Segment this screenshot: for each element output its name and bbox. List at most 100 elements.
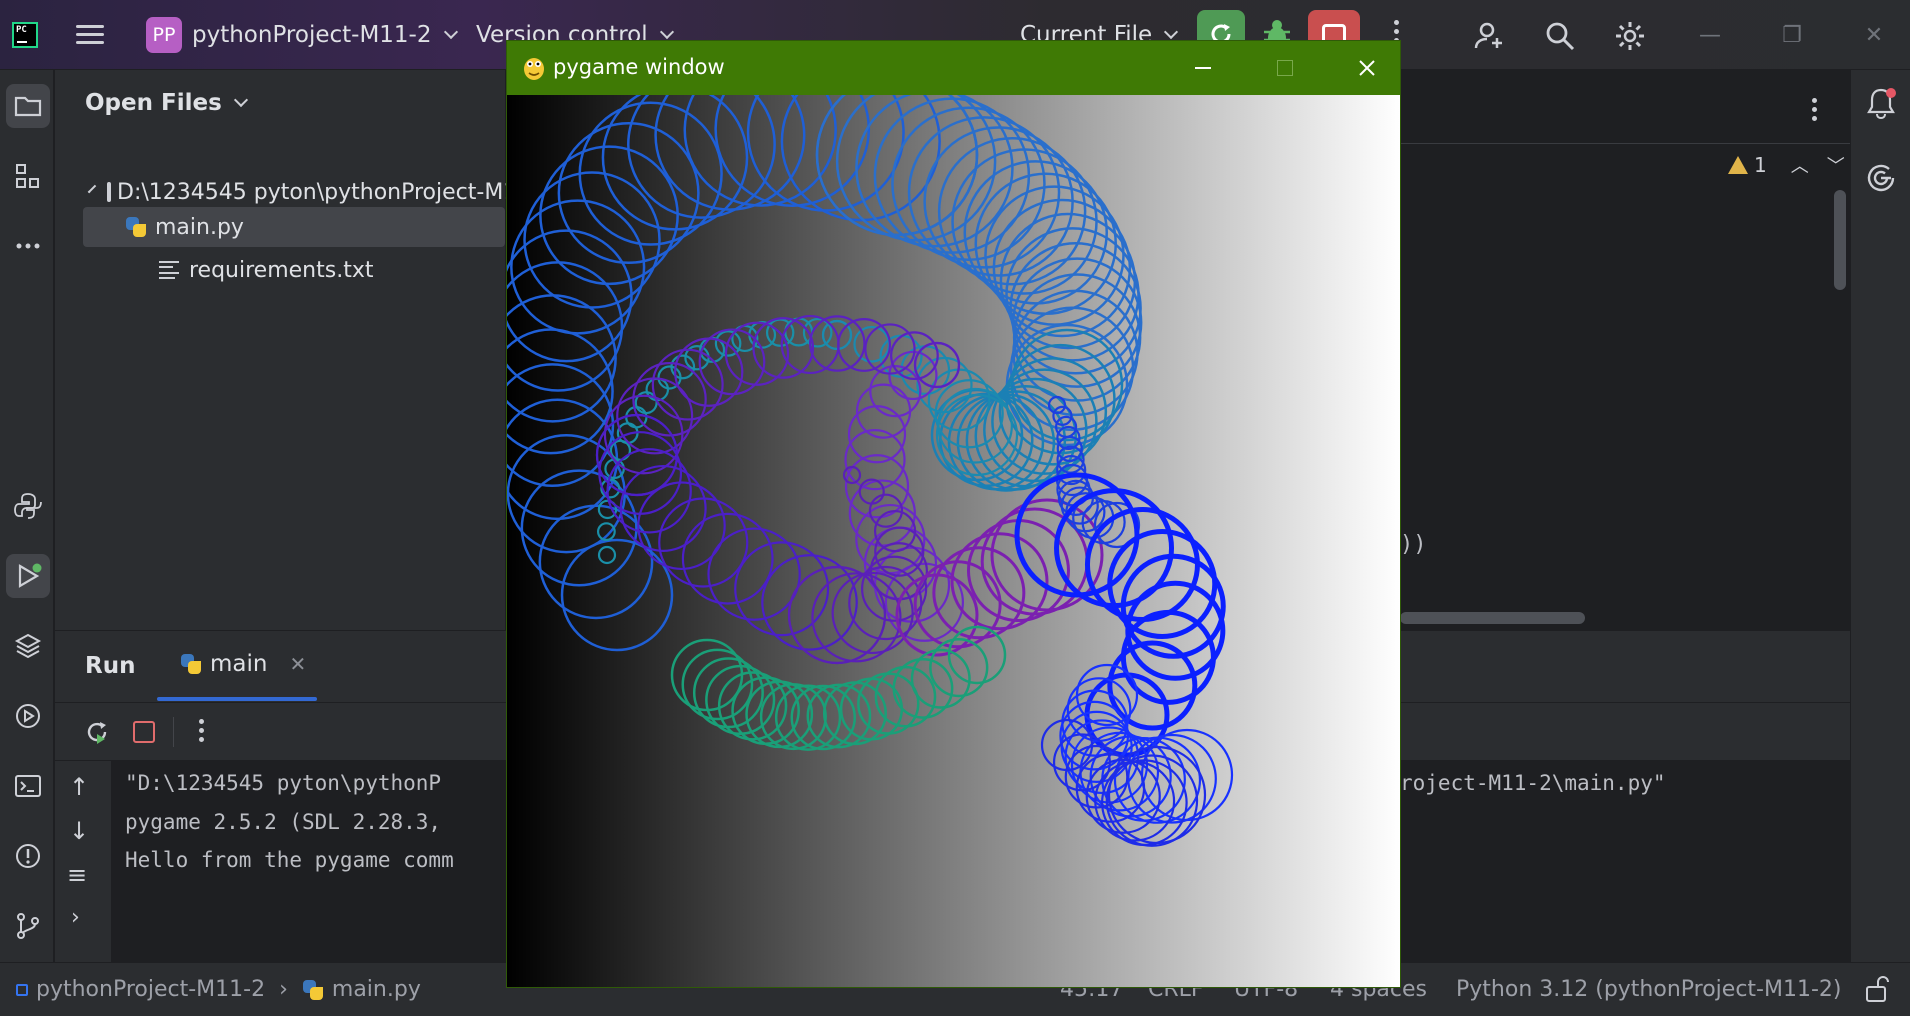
console-line: pygame 2.5.2 (SDL 2.28.3, [125, 810, 442, 834]
run-panel-title: Run [85, 653, 136, 679]
chevron-down-icon [1164, 24, 1179, 40]
root-path-label: D:\1234545 pyton\pythonProject-M11-2 [117, 179, 554, 205]
file-name: main.py [155, 214, 244, 240]
hamburger-menu-icon[interactable] [76, 0, 112, 70]
pygame-window-title: pygame window [553, 55, 725, 79]
problems-icon [16, 844, 40, 868]
python-console-icon [14, 493, 42, 519]
add-user-icon[interactable] [1474, 20, 1506, 52]
folder-icon [14, 96, 42, 117]
soft-wrap-icon[interactable]: ≡ [67, 861, 87, 889]
close-tab-icon[interactable]: ✕ [289, 652, 306, 676]
layers-icon [14, 633, 42, 659]
terminal-icon [15, 775, 41, 797]
chevron-up-icon[interactable]: ︿ [1791, 152, 1809, 178]
editor-horizontal-scrollbar[interactable] [1400, 612, 1585, 624]
tree-item-requirements[interactable]: requirements.txt [55, 250, 505, 290]
minimize-button[interactable]: — [1690, 18, 1730, 52]
text-file-icon [159, 261, 179, 279]
close-button[interactable]: ✕ [1854, 18, 1894, 52]
project-panel-header[interactable]: Open Files [85, 90, 248, 116]
active-tab-indicator [157, 697, 317, 701]
console-line-tail: roject-M11-2\main.py" [1400, 771, 1666, 795]
code-fragment: )) [1400, 532, 1427, 557]
structure-tool-button[interactable] [6, 154, 50, 198]
chevron-right-icon: › [279, 977, 288, 1002]
layers-tool-button[interactable] [6, 624, 50, 668]
editor-tab-bar [1400, 70, 1850, 144]
project-tool-button[interactable] [6, 84, 50, 128]
arrow-up-icon[interactable]: ↑ [69, 773, 89, 801]
restore-button[interactable]: ❐ [1772, 18, 1812, 52]
run-tool-button[interactable] [6, 554, 50, 598]
run-side-toolbar: ↑ ↓ ≡ › [55, 761, 111, 963]
editor-vertical-scrollbar[interactable] [1834, 190, 1846, 290]
project-panel: Open Files D:\1234545 pyton\pythonProjec… [55, 70, 553, 630]
git-tool-button[interactable] [6, 904, 50, 948]
folder-icon [107, 182, 111, 202]
python-file-icon [180, 653, 202, 675]
python-file-icon [302, 979, 324, 1001]
notifications-icon[interactable] [1865, 86, 1897, 120]
terminal-tool-button[interactable] [6, 764, 50, 808]
project-switcher[interactable]: PP pythonProject-M11-2 [146, 0, 458, 70]
left-tool-stripe [0, 70, 54, 962]
arrow-down-icon[interactable]: ↓ [69, 817, 89, 845]
pygame-maximize-button[interactable] [1263, 51, 1307, 85]
file-name: requirements.txt [189, 257, 374, 283]
editor-more-icon[interactable] [1812, 98, 1817, 121]
pygame-minimize-button[interactable] [1181, 51, 1225, 85]
services-icon [16, 704, 40, 728]
python-console-button[interactable] [6, 484, 50, 528]
breadcrumb-project: pythonProject-M11-2 [36, 977, 266, 1002]
tree-item-main-py[interactable]: main.py [83, 207, 505, 247]
pygame-snake-icon [524, 58, 544, 80]
run-more-icon[interactable] [199, 719, 204, 742]
project-name: pythonProject-M11-2 [192, 22, 432, 48]
lock-icon[interactable] [1864, 975, 1890, 1003]
git-icon [17, 913, 39, 939]
ai-assistant-icon[interactable] [1865, 162, 1897, 194]
pygame-canvas[interactable] [507, 95, 1400, 987]
stop-icon[interactable] [133, 721, 155, 743]
module-icon [16, 983, 28, 996]
console-line: "D:\1234545 pyton\pythonP [125, 771, 442, 795]
close-icon [1359, 60, 1375, 76]
run-tab-main[interactable]: main ✕ [180, 651, 306, 677]
editor-area[interactable]: 1 ︿ ﹀ )) [1400, 70, 1850, 630]
right-tool-stripe [1850, 70, 1910, 962]
ide-root: PC PP pythonProject-M11-2 Version contro… [0, 0, 1910, 1016]
more-tools-button[interactable] [6, 224, 50, 268]
gear-icon[interactable] [1614, 20, 1646, 52]
project-view-label: Open Files [85, 90, 222, 116]
warning-count: 1 [1754, 153, 1767, 177]
chevron-down-icon [233, 92, 248, 108]
breadcrumb-file: main.py [331, 977, 421, 1002]
problems-tool-button[interactable] [6, 834, 50, 878]
chevron-down-icon[interactable]: ﹀ [1827, 152, 1845, 178]
python-file-icon [125, 216, 147, 238]
chevron-down-icon [87, 184, 97, 194]
structure-icon [16, 164, 39, 188]
search-icon[interactable] [1544, 20, 1576, 52]
chevron-right-icon[interactable]: › [71, 905, 80, 930]
more-icon [16, 243, 40, 249]
pycharm-logo-icon[interactable]: PC [12, 22, 38, 48]
interpreter-selector[interactable]: Python 3.12 (pythonProject-M11-2) [1456, 977, 1841, 1002]
pygame-window[interactable]: pygame window [506, 40, 1401, 988]
run-tab-label: main [210, 651, 268, 677]
project-badge: PP [146, 17, 182, 53]
console-line: Hello from the pygame comm [125, 848, 454, 872]
warning-icon [1728, 156, 1748, 174]
pygame-title-bar[interactable]: pygame window [507, 41, 1400, 95]
toolbar-divider [173, 717, 174, 747]
services-tool-button[interactable] [6, 694, 50, 738]
rerun-icon[interactable] [83, 718, 111, 746]
chevron-down-icon [659, 24, 674, 40]
tree-root-folder[interactable]: D:\1234545 pyton\pythonProject-M11-2 [55, 172, 553, 212]
run-icon [18, 563, 42, 588]
breadcrumb[interactable]: pythonProject-M11-2 › main.py [16, 977, 421, 1002]
pygame-close-button[interactable] [1345, 51, 1389, 85]
inspection-widget[interactable]: 1 ︿ ﹀ [1728, 152, 1845, 178]
chevron-down-icon [443, 24, 458, 40]
